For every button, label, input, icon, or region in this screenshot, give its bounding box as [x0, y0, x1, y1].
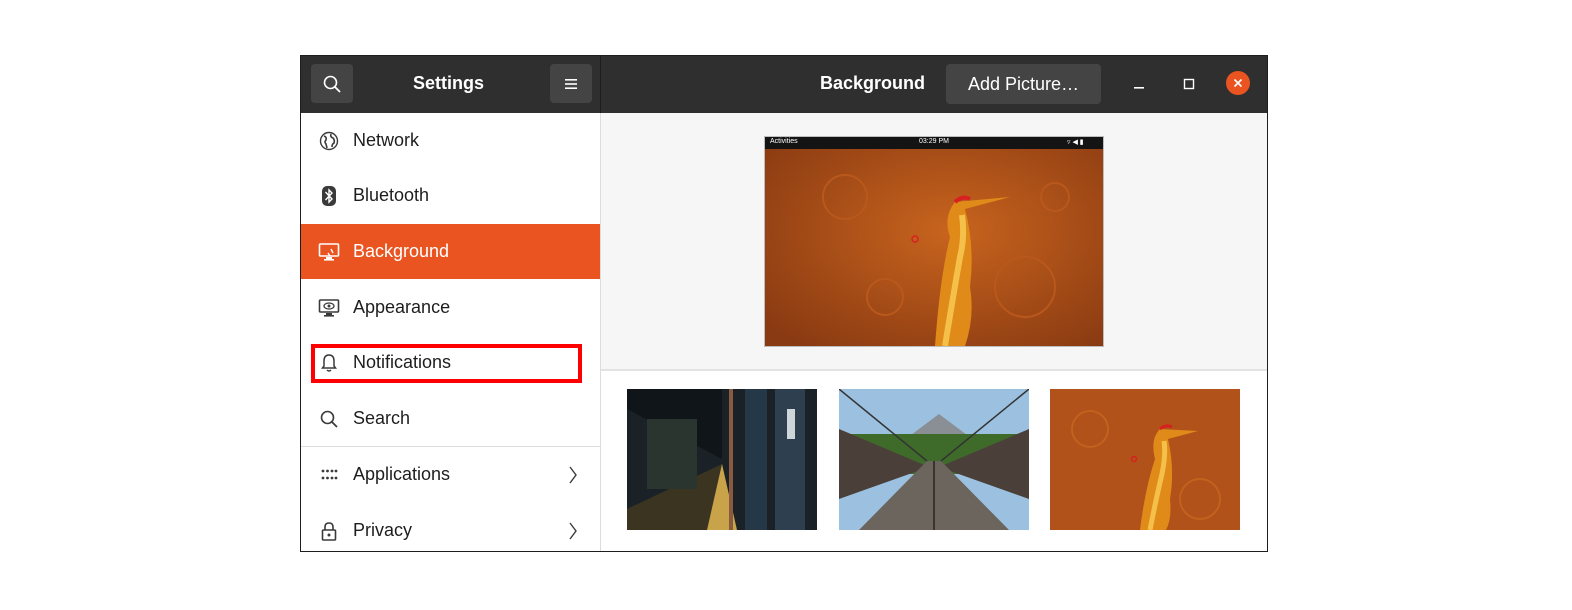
sidebar-item-label: Network — [353, 130, 420, 150]
desktop-preview: Activities 03:29 PM ▿ ◀ ▮ — [764, 136, 1104, 347]
sidebar: Network Bluetooth Background Appearance … — [301, 113, 601, 551]
lock-icon — [318, 520, 340, 542]
chevron-right-icon — [568, 465, 580, 485]
appearance-icon — [318, 297, 340, 319]
sidebar-item-network[interactable]: Network — [301, 113, 600, 168]
hamburger-icon — [565, 78, 577, 89]
maximize-icon — [1183, 78, 1195, 90]
globe-icon — [318, 130, 340, 152]
settings-window: Settings Background Add Picture… Network… — [300, 55, 1268, 552]
notifications-highlight-box — [311, 344, 582, 383]
preview-area: Activities 03:29 PM ▿ ◀ ▮ — [601, 113, 1267, 371]
close-icon — [1233, 78, 1243, 88]
header-left: Settings — [301, 56, 601, 113]
sidebar-item-label: Appearance — [353, 297, 451, 317]
add-picture-button[interactable]: Add Picture… — [946, 64, 1101, 104]
sidebar-item-label: Bluetooth — [353, 185, 430, 205]
sidebar-item-background[interactable]: Background — [301, 224, 600, 279]
apps-grid-icon — [318, 464, 340, 486]
sidebar-item-label: Privacy — [353, 520, 413, 540]
panel-title: Background — [820, 73, 926, 93]
sidebar-item-bluetooth[interactable]: Bluetooth — [301, 168, 600, 223]
maximize-button[interactable] — [1177, 72, 1201, 96]
preview-wallpaper — [765, 137, 1103, 346]
sidebar-item-privacy[interactable]: Privacy — [301, 503, 600, 551]
wallpaper-thumb-subway[interactable] — [627, 389, 817, 530]
wallpaper-grid — [601, 371, 1267, 551]
wallpaper-thumb-heron[interactable] — [1050, 389, 1240, 530]
search-button[interactable] — [311, 64, 353, 103]
chevron-right-icon — [568, 521, 580, 541]
wallpaper-thumb-bridge[interactable] — [839, 389, 1029, 530]
preview-activities-label: Activities — [770, 138, 798, 145]
preview-status-icons: ▿ ◀ ▮ — [1067, 139, 1084, 146]
sidebar-item-search[interactable]: Search — [301, 391, 600, 446]
minimize-button[interactable] — [1127, 72, 1151, 96]
sidebar-item-appearance[interactable]: Appearance — [301, 280, 600, 335]
search-icon — [323, 75, 341, 93]
header-bar: Settings Background Add Picture… — [301, 56, 1267, 113]
search-icon — [318, 408, 340, 430]
sidebar-item-label: Applications — [353, 464, 451, 484]
monitor-icon — [318, 241, 340, 263]
settings-title: Settings — [413, 73, 485, 93]
menu-button[interactable] — [550, 64, 592, 103]
sidebar-item-label: Background — [353, 241, 450, 261]
preview-topbar: Activities 03:29 PM ▿ ◀ ▮ — [765, 137, 1103, 149]
sidebar-item-applications[interactable]: Applications — [301, 447, 600, 502]
sidebar-item-label: Search — [353, 408, 411, 428]
bluetooth-icon — [318, 185, 340, 207]
minimize-icon — [1134, 87, 1144, 89]
background-panel: Activities 03:29 PM ▿ ◀ ▮ — [601, 113, 1267, 551]
close-button[interactable] — [1226, 71, 1250, 95]
preview-clock: 03:29 PM — [919, 138, 949, 145]
